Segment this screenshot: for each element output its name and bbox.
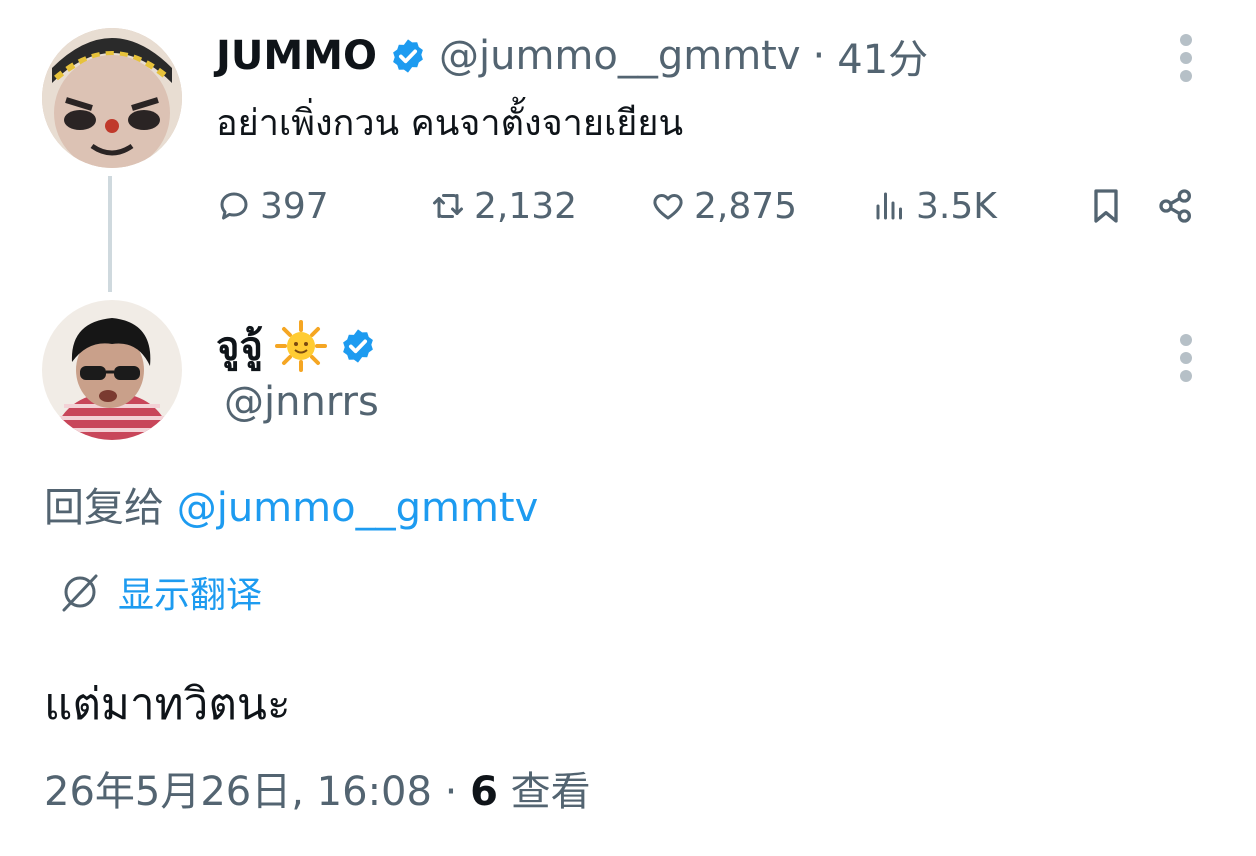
parent-tweet-text: อย่าเพิ่งกวน คนจาตั้งจายเยียน (216, 103, 684, 144)
translate-label: 显示翻译 (118, 575, 263, 616)
heart-icon (653, 194, 683, 220)
reply-bubble-icon (220, 192, 248, 220)
reply-avatar[interactable] (42, 300, 182, 440)
like-count: 2,875 (694, 185, 798, 227)
parent-time[interactable]: 41分 (837, 27, 928, 85)
reply-tweet-text: แต่มาทวิตนะ (44, 679, 291, 730)
retweet-action[interactable]: 2,132 (430, 182, 577, 230)
bookmark-icon[interactable] (1086, 184, 1126, 228)
meta-separator: · (444, 769, 458, 815)
tweet-views-label: 查看 (510, 769, 591, 815)
reply-to-prefix: 回复给 (44, 485, 164, 531)
reply-count: 397 (260, 185, 329, 227)
parent-header: JUMMO @jummo__gmmtv · 41分 (216, 28, 928, 84)
reply-to-mention[interactable]: @jummo__gmmtv (177, 485, 539, 531)
reply-handle[interactable]: @jnnrrs (224, 376, 379, 428)
retweet-count: 2,132 (474, 185, 578, 227)
show-translation-button[interactable]: 显示翻译 (58, 566, 262, 618)
parent-avatar[interactable] (42, 28, 182, 168)
translate-globe-icon (62, 574, 98, 612)
views-bar-icon (876, 192, 902, 220)
parent-handle[interactable]: @jummo__gmmtv (439, 33, 801, 79)
tweet-meta: 26年5月26日, 16:08 · 6 查看 (44, 764, 591, 820)
tweet-views-count: 6 (470, 769, 498, 815)
retweet-icon (433, 194, 463, 218)
parent-more-icon[interactable] (1174, 28, 1198, 88)
views-action[interactable]: 3.5K (872, 182, 997, 230)
share-icon[interactable] (1156, 184, 1196, 228)
sun-emoji-icon (274, 320, 327, 372)
reply-header: จูจู้ (216, 316, 377, 376)
verified-badge-icon (342, 329, 373, 363)
thread-connector-line (108, 176, 112, 292)
verified-badge-icon (393, 39, 423, 73)
views-count: 3.5K (916, 185, 997, 227)
header-separator: · (812, 33, 826, 79)
reply-display-name[interactable]: จูจู้ (216, 314, 263, 378)
like-action[interactable]: 2,875 (650, 182, 797, 230)
reply-more-icon[interactable] (1174, 328, 1198, 388)
parent-display-name[interactable]: JUMMO (216, 33, 377, 79)
tweet-timestamp[interactable]: 26年5月26日, 16:08 (44, 769, 432, 815)
reply-to-line: 回复给 @jummo__gmmtv (44, 480, 538, 536)
reply-action[interactable]: 397 (216, 182, 329, 230)
